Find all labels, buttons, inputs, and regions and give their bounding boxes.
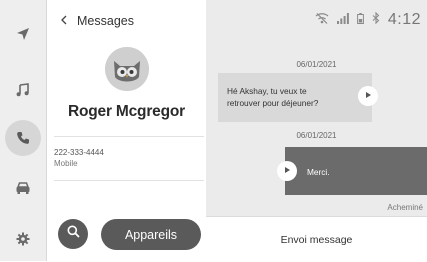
contact-name: Roger Mcgregor	[68, 103, 185, 120]
play-message-button[interactable]	[277, 161, 297, 181]
battery-icon	[356, 11, 364, 29]
divider	[54, 180, 204, 181]
play-message-button[interactable]	[358, 86, 378, 106]
contact-panel: Messages Roger Mcgregor 222-333-4444 Mob…	[47, 0, 206, 261]
search-icon	[67, 225, 80, 243]
header-title: Messages	[77, 14, 134, 28]
phone-icon	[16, 131, 30, 145]
signal-bars-icon	[336, 11, 349, 29]
incoming-message[interactable]: Hé Akshay, tu veux te retrouver pour déj…	[218, 73, 378, 122]
nav-item-phone[interactable]	[0, 118, 46, 158]
message-text: Hé Akshay, tu veux te	[227, 86, 307, 96]
nav-item-settings[interactable]	[0, 219, 46, 259]
conversation-panel: 4:12 06/01/2021 Hé Akshay, tu veux te re…	[206, 0, 427, 262]
settings-gear-icon	[16, 232, 30, 246]
no-signal-icon	[315, 11, 329, 29]
back-button[interactable]: Messages	[61, 11, 134, 31]
status-bar: 4:12	[315, 9, 421, 31]
search-button[interactable]	[58, 219, 88, 249]
avatar	[105, 47, 149, 91]
message-text: Merci.	[307, 167, 330, 177]
nav-item-navigation[interactable]	[0, 14, 46, 54]
car-icon	[15, 181, 31, 195]
messages-screen: Messages Roger Mcgregor 222-333-4444 Mob…	[0, 0, 427, 262]
devices-button[interactable]: Appareils	[101, 219, 201, 250]
message-date: 06/01/2021	[296, 60, 337, 69]
owl-avatar-icon	[105, 47, 149, 91]
phone-number[interactable]: 222-333-4444	[54, 148, 104, 157]
navigation-arrow-icon	[16, 27, 30, 41]
bluetooth-icon	[372, 11, 380, 29]
nav-item-vehicle[interactable]	[0, 168, 46, 208]
clock: 4:12	[387, 11, 421, 28]
phone-type: Mobile	[54, 159, 78, 168]
play-icon	[283, 166, 291, 176]
outgoing-message[interactable]: Merci.	[277, 147, 427, 195]
message-text: retrouver pour déjeuner?	[227, 98, 319, 108]
message-date: 06/01/2021	[296, 131, 337, 140]
divider	[54, 136, 204, 137]
chevron-left-icon	[61, 14, 67, 28]
delivery-status: Acheminé	[387, 203, 423, 212]
send-message-button[interactable]: Envoi message	[206, 216, 427, 262]
active-indicator	[5, 120, 41, 156]
music-note-icon	[16, 83, 30, 97]
play-icon	[364, 90, 372, 102]
nav-item-music[interactable]	[0, 70, 46, 110]
nav-rail	[0, 0, 47, 261]
